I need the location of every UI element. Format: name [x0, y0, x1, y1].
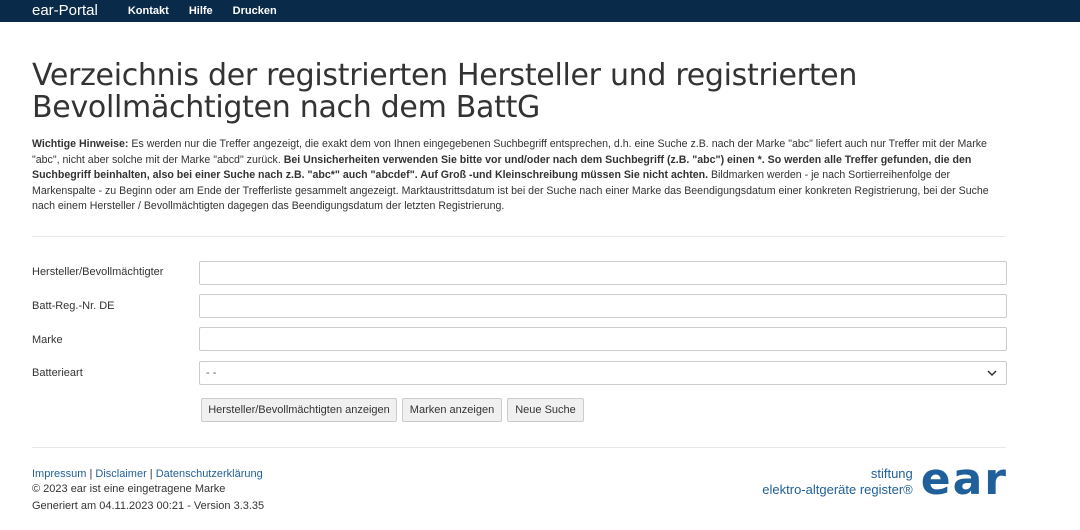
divider-bottom [32, 447, 1006, 448]
footer-separator: | [149, 468, 153, 480]
brand-label: Marke [32, 334, 63, 346]
privacy-link[interactable]: Datenschutzerklärung [156, 468, 263, 480]
divider-top [32, 236, 1006, 237]
chevron-down-icon [986, 367, 998, 379]
ear-logo[interactable]: stiftung elektro-altgeräte register® ear [762, 454, 1008, 505]
generated-text: Generiert am 04.11.2023 00:21 - Version … [32, 500, 265, 512]
disclaimer-link[interactable]: Disclaimer [95, 468, 146, 480]
battery-type-label: Batterieart [32, 367, 83, 379]
battery-type-select[interactable]: - - [199, 361, 1007, 385]
manufacturer-input[interactable] [199, 261, 1007, 285]
show-manufacturers-button[interactable]: Hersteller/Bevollmächtigten anzeigen [201, 398, 397, 422]
footer-links: Impressum | Disclaimer | Datenschutzerkl… [32, 466, 263, 482]
logo-register: elektro-altgeräte register® [762, 482, 913, 497]
manufacturer-label: Hersteller/Bevollmächtigter [32, 266, 164, 278]
important-notice: Wichtige Hinweise: Es werden nur die Tre… [32, 137, 1012, 215]
impressum-link[interactable]: Impressum [32, 468, 86, 480]
new-search-button[interactable]: Neue Suche [507, 398, 584, 422]
copyright-text: © 2023 ear ist eine eingetragene Marke [32, 483, 226, 495]
nav-link-hilfe[interactable]: Hilfe [189, 0, 213, 22]
brand-input[interactable] [199, 327, 1007, 351]
page-title: Verzeichnis der registrierten Hersteller… [32, 58, 858, 125]
regnr-label: Batt-Reg.-Nr. DE [32, 300, 115, 312]
notice-label: Wichtige Hinweise: [32, 138, 129, 150]
top-navbar: ear-Portal Kontakt Hilfe Drucken [0, 0, 1080, 22]
logo-mark: ear [920, 454, 1008, 505]
nav-link-drucken[interactable]: Drucken [233, 0, 277, 22]
nav-link-kontakt[interactable]: Kontakt [128, 0, 169, 22]
logo-stiftung: stiftung [870, 466, 913, 481]
show-brands-button[interactable]: Marken anzeigen [402, 398, 502, 422]
brand-link[interactable]: ear-Portal [32, 0, 98, 22]
regnr-input[interactable] [199, 294, 1007, 318]
footer-separator: | [89, 468, 93, 480]
logo-text: stiftung elektro-altgeräte register® [762, 466, 912, 498]
battery-type-value: - - [206, 367, 217, 379]
